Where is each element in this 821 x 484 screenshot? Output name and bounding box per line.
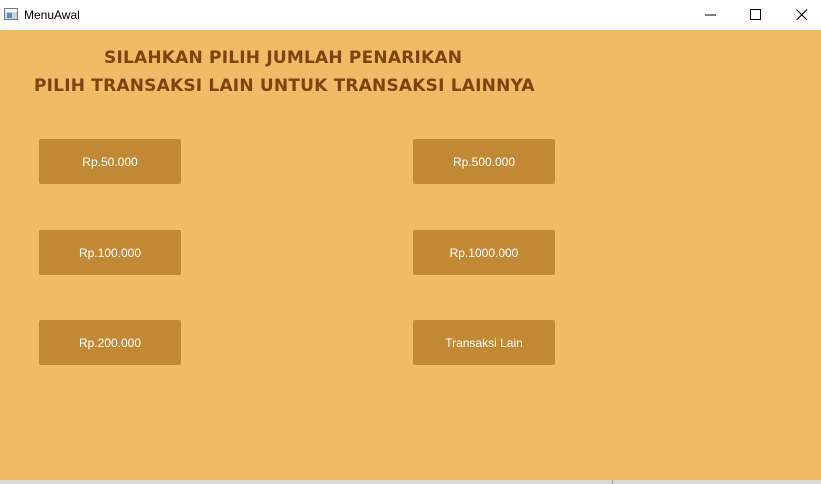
close-icon xyxy=(796,9,808,21)
window-title: MenuAwal xyxy=(24,8,80,22)
withdraw-1000000-button[interactable]: Rp.1000.000 xyxy=(413,230,555,275)
withdraw-100000-button[interactable]: Rp.100.000 xyxy=(39,230,181,275)
app-window-icon xyxy=(4,8,18,20)
app-window: MenuAwal SILAHKAN PILIH JUMLAH PENARIKAN… xyxy=(0,0,821,484)
withdraw-500000-button[interactable]: Rp.500.000 xyxy=(413,139,555,184)
menu-panel: SILAHKAN PILIH JUMLAH PENARIKAN PILIH TR… xyxy=(0,30,821,480)
close-button[interactable] xyxy=(779,0,821,30)
maximize-icon xyxy=(750,9,761,20)
minimize-button[interactable] xyxy=(688,0,734,30)
title-bar[interactable]: MenuAwal xyxy=(0,0,821,30)
minimize-icon xyxy=(705,14,716,16)
maximize-button[interactable] xyxy=(733,0,779,30)
withdraw-50000-button[interactable]: Rp.50.000 xyxy=(39,139,181,184)
window-bottom-border xyxy=(0,480,821,484)
other-transaction-button[interactable]: Transaksi Lain xyxy=(413,320,555,365)
heading-withdraw: SILAHKAN PILIH JUMLAH PENARIKAN xyxy=(104,48,463,68)
heading-other-transaction: PILIH TRANSAKSI LAIN UNTUK TRANSAKSI LAI… xyxy=(34,76,535,96)
withdraw-200000-button[interactable]: Rp.200.000 xyxy=(39,320,181,365)
